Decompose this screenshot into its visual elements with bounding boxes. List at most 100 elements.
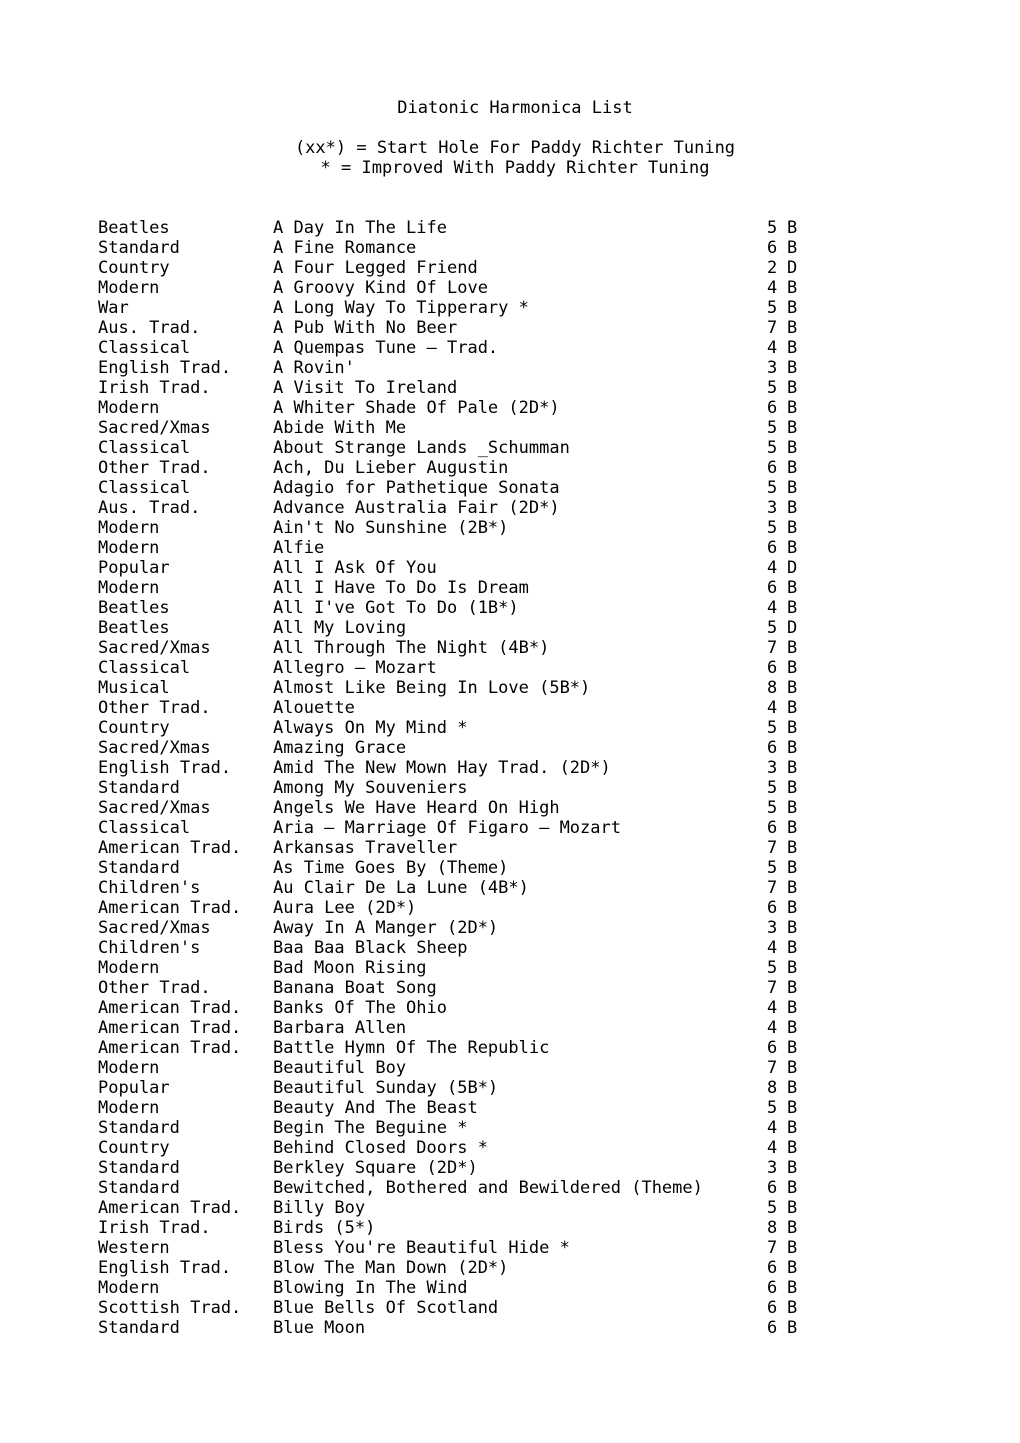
key-cell: B	[787, 378, 798, 398]
song-title-cell: Blow The Man Down (2D*)	[273, 1258, 509, 1278]
category-cell: Beatles	[98, 218, 170, 238]
start-hole-cell: 6	[767, 818, 778, 838]
category-cell: Modern	[98, 578, 160, 598]
category-cell: Classical	[98, 438, 191, 458]
start-hole-cell: 5	[767, 618, 778, 638]
song-title-cell: A Visit To Ireland	[273, 378, 458, 398]
song-title-cell: Beautiful Sunday (5B*)	[273, 1078, 499, 1098]
category-cell: English Trad.	[98, 1258, 232, 1278]
category-cell: Modern	[98, 1278, 160, 1298]
category-cell: Popular	[98, 558, 170, 578]
key-cell: B	[787, 278, 798, 298]
song-title-cell: Bewitched, Bothered and Bewildered (Them…	[273, 1178, 703, 1198]
key-cell: B	[787, 238, 798, 258]
start-hole-cell: 6	[767, 658, 778, 678]
start-hole-cell: 4	[767, 698, 778, 718]
key-cell: B	[787, 478, 798, 498]
key-cell: B	[787, 1218, 798, 1238]
key-cell: B	[787, 638, 798, 658]
category-cell: Musical	[98, 678, 170, 698]
category-cell: Popular	[98, 1078, 170, 1098]
category-cell: American Trad.	[98, 998, 242, 1018]
category-cell: Other Trad.	[98, 458, 211, 478]
start-hole-cell: 3	[767, 918, 778, 938]
song-title-cell: A Quempas Tune – Trad.	[273, 338, 499, 358]
key-cell: B	[787, 1078, 798, 1098]
category-cell: Standard	[98, 858, 180, 878]
category-cell: English Trad.	[98, 758, 232, 778]
song-title-cell: A Four Legged Friend	[273, 258, 478, 278]
key-cell: B	[787, 758, 798, 778]
category-cell: Sacred/Xmas	[98, 918, 211, 938]
key-cell: B	[787, 938, 798, 958]
category-cell: Aus. Trad.	[98, 498, 201, 518]
key-cell: B	[787, 598, 798, 618]
start-hole-cell: 6	[767, 238, 778, 258]
key-cell: B	[787, 1118, 798, 1138]
song-title-cell: Away In A Manger (2D*)	[273, 918, 499, 938]
key-cell: B	[787, 1018, 798, 1038]
category-cell: Standard	[98, 1318, 180, 1338]
category-cell: Country	[98, 258, 170, 278]
key-cell: B	[787, 858, 798, 878]
song-title-cell: Berkley Square (2D*)	[273, 1158, 478, 1178]
category-cell: Standard	[98, 778, 180, 798]
key-cell: B	[787, 538, 798, 558]
category-cell: Sacred/Xmas	[98, 738, 211, 758]
key-cell: D	[787, 258, 798, 278]
key-cell: B	[787, 1178, 798, 1198]
category-cell: English Trad.	[98, 358, 232, 378]
category-cell: Modern	[98, 1098, 160, 1118]
start-hole-cell: 7	[767, 1058, 778, 1078]
start-hole-cell: 3	[767, 358, 778, 378]
song-title-cell: A Long Way To Tipperary *	[273, 298, 529, 318]
start-hole-cell: 6	[767, 738, 778, 758]
category-cell: American Trad.	[98, 1038, 242, 1058]
key-cell: B	[787, 358, 798, 378]
category-cell: Children's	[98, 938, 201, 958]
key-cell: D	[787, 558, 798, 578]
key-cell: B	[787, 1318, 798, 1338]
song-title-cell: Blue Moon	[273, 1318, 366, 1338]
song-title-cell: Amid The New Mown Hay Trad. (2D*)	[273, 758, 611, 778]
song-title-cell: Begin The Beguine *	[273, 1118, 468, 1138]
key-cell: B	[787, 458, 798, 478]
start-hole-cell: 2	[767, 258, 778, 278]
song-title-cell: Abide With Me	[273, 418, 407, 438]
start-hole-cell: 6	[767, 538, 778, 558]
start-hole-cell: 7	[767, 878, 778, 898]
key-cell: B	[787, 838, 798, 858]
song-title-cell: Banana Boat Song	[273, 978, 437, 998]
song-title-cell: As Time Goes By (Theme)	[273, 858, 509, 878]
key-cell: B	[787, 778, 798, 798]
song-title-cell: Beauty And The Beast	[273, 1098, 478, 1118]
start-hole-cell: 6	[767, 1298, 778, 1318]
start-hole-cell: 6	[767, 898, 778, 918]
start-hole-cell: 7	[767, 318, 778, 338]
legend-start-hole: (xx*) = Start Hole For Paddy Richter Tun…	[294, 138, 736, 158]
category-cell: Beatles	[98, 618, 170, 638]
legend-improved: * = Improved With Paddy Richter Tuning	[320, 158, 710, 178]
start-hole-cell: 4	[767, 278, 778, 298]
key-cell: B	[787, 218, 798, 238]
start-hole-cell: 6	[767, 398, 778, 418]
start-hole-cell: 5	[767, 298, 778, 318]
start-hole-cell: 5	[767, 518, 778, 538]
song-title-cell: Among My Souveniers	[273, 778, 468, 798]
category-cell: Children's	[98, 878, 201, 898]
start-hole-cell: 7	[767, 838, 778, 858]
song-title-cell: A Whiter Shade Of Pale (2D*)	[273, 398, 560, 418]
song-title-cell: A Fine Romance	[273, 238, 417, 258]
start-hole-cell: 6	[767, 1038, 778, 1058]
start-hole-cell: 4	[767, 1138, 778, 1158]
song-title-cell: Billy Boy	[273, 1198, 366, 1218]
key-cell: B	[787, 438, 798, 458]
song-title-cell: Bless You're Beautiful Hide *	[273, 1238, 570, 1258]
document-title: Diatonic Harmonica List	[397, 98, 633, 118]
key-cell: B	[787, 1298, 798, 1318]
category-cell: War	[98, 298, 129, 318]
category-cell: Classical	[98, 658, 191, 678]
key-cell: B	[787, 318, 798, 338]
category-cell: Scottish Trad.	[98, 1298, 242, 1318]
start-hole-cell: 6	[767, 1258, 778, 1278]
